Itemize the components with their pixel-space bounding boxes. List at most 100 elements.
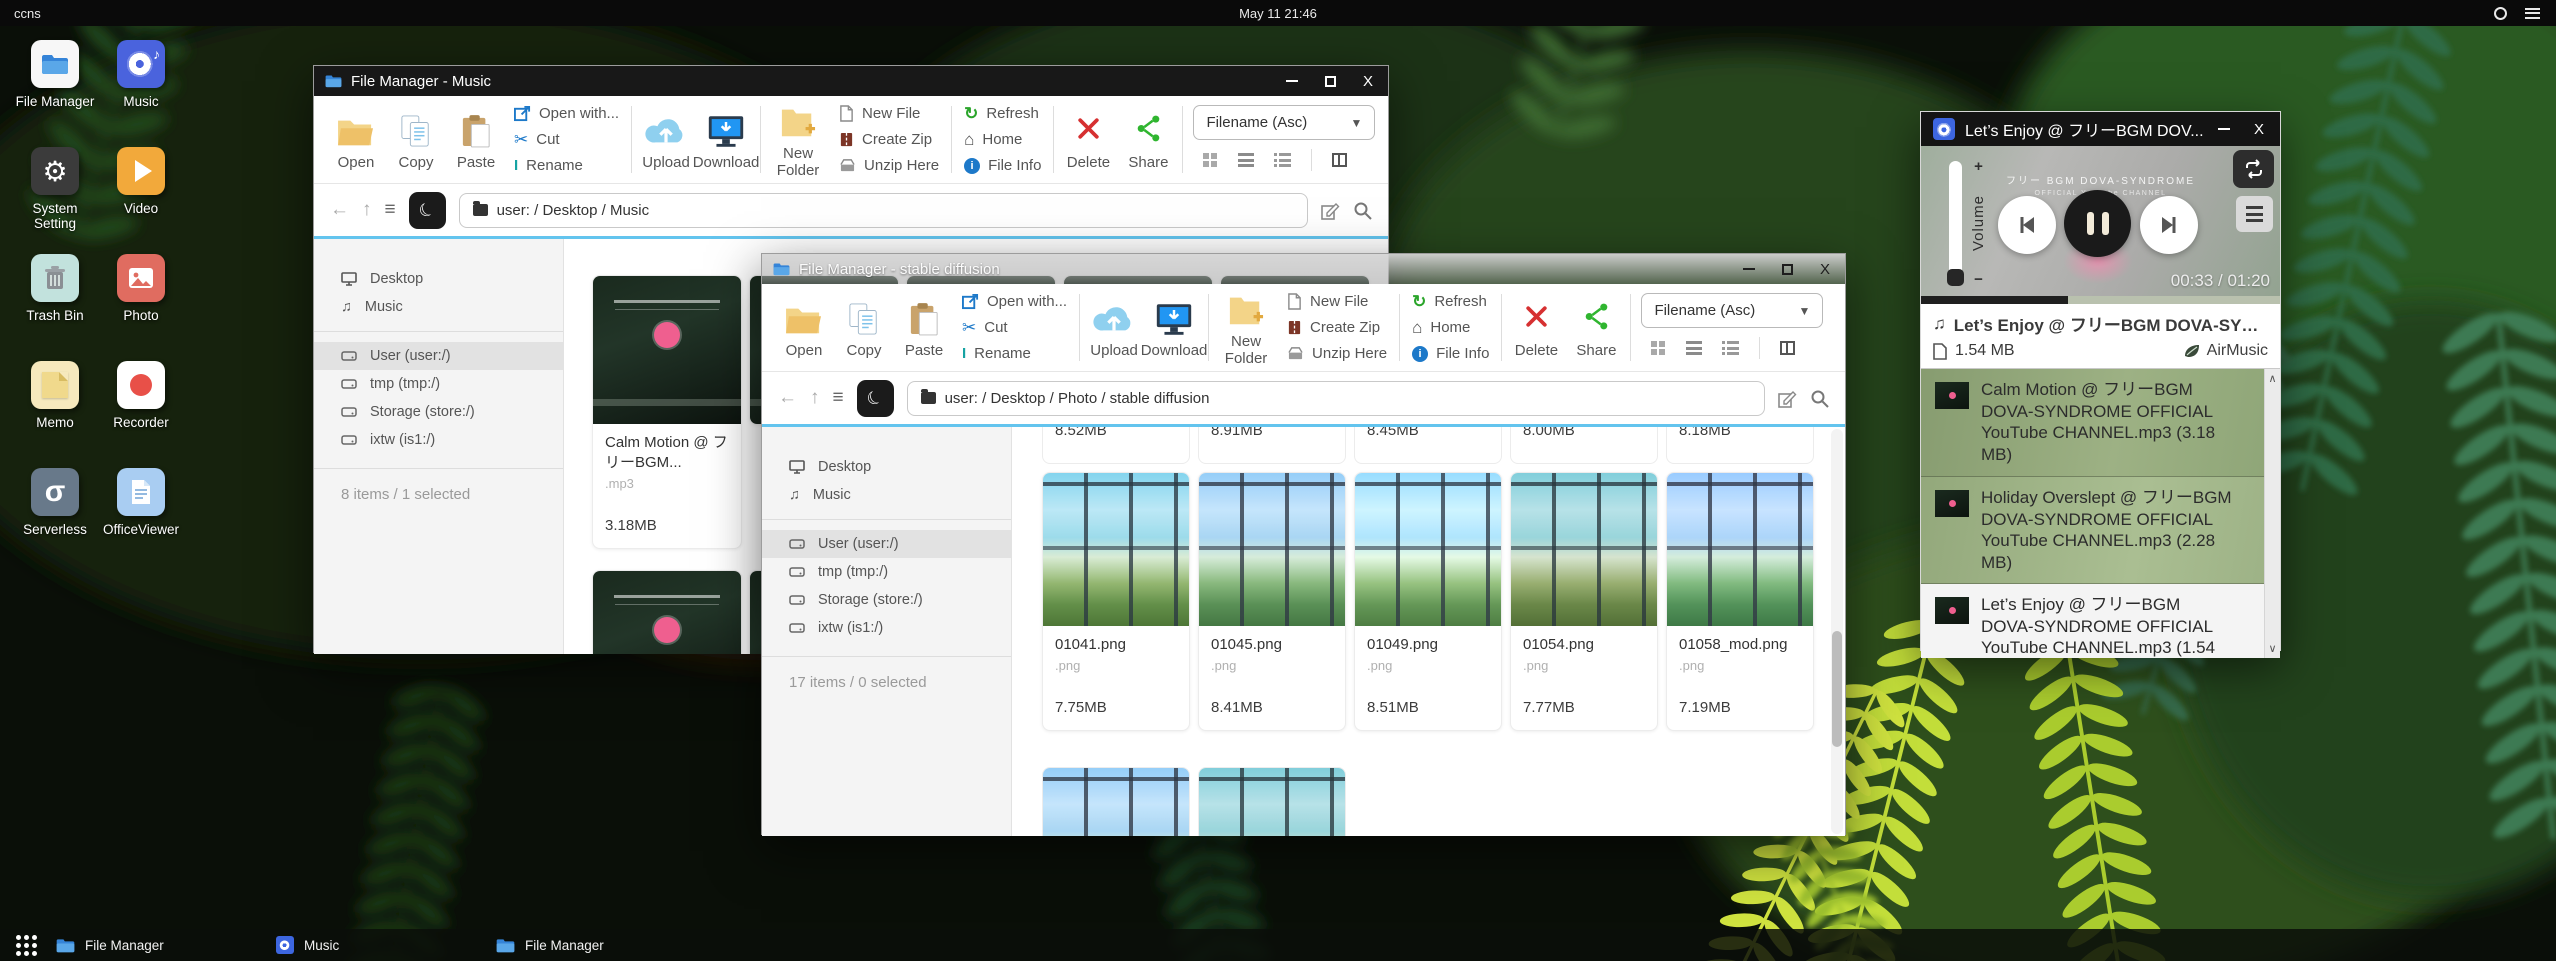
- path-menu-button[interactable]: ≡: [385, 199, 396, 221]
- unzip-here-button[interactable]: Unzip Here: [839, 154, 939, 177]
- desktop-icon-serverless[interactable]: σ Serverless: [12, 468, 98, 575]
- system-menu-icon[interactable]: [2525, 8, 2540, 19]
- paste-button[interactable]: Paste: [446, 96, 506, 183]
- file-card-partial[interactable]: 8.52MB: [1042, 427, 1190, 464]
- desktop-icon-trash-bin[interactable]: Trash Bin: [12, 254, 98, 361]
- file-info-button[interactable]: i File Info: [964, 154, 1041, 177]
- cut-button[interactable]: ✂ Cut: [962, 316, 1067, 339]
- file-card-partial[interactable]: 8.00MB: [1510, 427, 1658, 464]
- file-card-image[interactable]: 01045.png .png 8.41MB: [1198, 472, 1346, 731]
- dark-mode-toggle[interactable]: ☾: [409, 192, 446, 229]
- home-button[interactable]: ⌂ Home: [1412, 316, 1489, 339]
- file-card-image[interactable]: 01054.png .png 7.77MB: [1510, 472, 1658, 731]
- share-button[interactable]: Share: [1566, 284, 1626, 371]
- app-launcher-button[interactable]: [16, 935, 42, 956]
- back-button[interactable]: ←: [778, 387, 797, 409]
- desktop-icon-file-manager[interactable]: File Manager: [12, 40, 98, 147]
- unzip-here-button[interactable]: Unzip Here: [1287, 342, 1387, 365]
- close-button[interactable]: X: [2254, 122, 2264, 137]
- sidebar-item-tmp[interactable]: tmp (tmp:/): [762, 558, 1011, 586]
- sidebar-item-user[interactable]: User (user:/): [314, 342, 563, 370]
- paste-button[interactable]: Paste: [894, 284, 954, 371]
- edit-path-icon[interactable]: [1778, 389, 1797, 408]
- playlist-menu-button[interactable]: [2236, 196, 2273, 232]
- open-with-button[interactable]: Open with...: [962, 290, 1067, 313]
- close-button[interactable]: X: [1363, 74, 1373, 89]
- desktop-icon-photo[interactable]: Photo: [98, 254, 184, 361]
- playlist-item-current[interactable]: Let’s Enjoy @ フリーBGM DOVA-SYNDROME OFFIC…: [1921, 584, 2280, 658]
- close-button[interactable]: X: [1820, 262, 1830, 277]
- minimize-button[interactable]: [2218, 128, 2230, 130]
- sidebar-item-storage[interactable]: Storage (store:/): [762, 586, 1011, 614]
- path-menu-button[interactable]: ≡: [833, 387, 844, 409]
- next-track-button[interactable]: [2140, 196, 2198, 254]
- title-bar[interactable]: File Manager - Music X: [314, 66, 1388, 96]
- search-icon[interactable]: [1353, 201, 1372, 220]
- file-card-partial[interactable]: 8.18MB: [1666, 427, 1814, 464]
- playlist-item[interactable]: Calm Motion @ フリーBGM DOVA-SYNDROME OFFIC…: [1921, 369, 2280, 477]
- progress-bar[interactable]: [1921, 296, 2280, 304]
- desktop-icon-system-setting[interactable]: ⚙ System Setting: [12, 147, 98, 254]
- create-zip-button[interactable]: Create Zip: [839, 128, 939, 151]
- upload-button[interactable]: Upload: [1084, 284, 1144, 371]
- taskbar-item-music[interactable]: Music: [276, 936, 482, 954]
- download-button[interactable]: Download: [1144, 284, 1204, 371]
- sidebar-item-user[interactable]: User (user:/): [762, 530, 1011, 558]
- status-ring-icon[interactable]: [2494, 7, 2507, 20]
- minimize-button[interactable]: [1286, 80, 1298, 82]
- new-folder-button[interactable]: New Folder: [1213, 284, 1279, 371]
- sidebar-item-desktop[interactable]: Desktop: [762, 453, 1011, 481]
- view-column-button[interactable]: [1332, 153, 1347, 167]
- pause-button[interactable]: [2064, 190, 2131, 257]
- playlist-scrollbar[interactable]: ∧ ∨: [2264, 369, 2280, 658]
- upload-button[interactable]: Upload: [636, 96, 696, 183]
- minimize-button[interactable]: [1743, 268, 1755, 270]
- file-card-image[interactable]: 01058_mod.png .png 7.19MB: [1666, 472, 1814, 731]
- file-card-image[interactable]: 01041.png .png 7.75MB: [1042, 472, 1190, 731]
- up-button[interactable]: ↑: [362, 199, 372, 221]
- file-card-partial[interactable]: 8.91MB: [1198, 427, 1346, 464]
- sidebar-item-music[interactable]: ♫ Music: [762, 481, 1011, 509]
- desktop-icon-memo[interactable]: Memo: [12, 361, 98, 468]
- copy-button[interactable]: Copy: [386, 96, 446, 183]
- file-card-partial[interactable]: 8.45MB: [1354, 427, 1502, 464]
- up-button[interactable]: ↑: [810, 387, 820, 409]
- cut-button[interactable]: ✂ Cut: [514, 128, 619, 151]
- copy-button[interactable]: Copy: [834, 284, 894, 371]
- content-scrollbar[interactable]: [1831, 429, 1843, 834]
- sidebar-item-ixtw[interactable]: ixtw (is1:/): [762, 614, 1011, 642]
- scrollbar-thumb[interactable]: [1832, 631, 1842, 747]
- desktop-icon-music[interactable]: Music: [98, 40, 184, 147]
- repeat-button[interactable]: [2233, 150, 2274, 188]
- sidebar-item-desktop[interactable]: Desktop: [314, 265, 563, 293]
- edit-path-icon[interactable]: [1321, 201, 1340, 220]
- file-card-mp3[interactable]: Calm Motion @ フリーBGM... .mp3 3.18MB: [592, 275, 742, 549]
- rename-button[interactable]: I Rename: [962, 342, 1067, 365]
- title-bar[interactable]: File Manager - stable diffusion X: [762, 254, 1845, 284]
- breadcrumb[interactable]: user: / Desktop / Photo / stable diffusi…: [907, 381, 1765, 416]
- new-file-button[interactable]: New File: [1287, 290, 1387, 313]
- refresh-button[interactable]: ↻ Refresh: [964, 102, 1041, 125]
- delete-button[interactable]: Delete: [1506, 284, 1566, 371]
- scroll-down-icon[interactable]: ∨: [2268, 642, 2276, 655]
- volume-slider[interactable]: [1949, 161, 1962, 284]
- new-folder-button[interactable]: New Folder: [765, 96, 831, 183]
- open-button[interactable]: Open: [326, 96, 386, 183]
- view-detail-list-button[interactable]: [1274, 153, 1291, 167]
- scroll-up-icon[interactable]: ∧: [2268, 372, 2276, 385]
- open-button[interactable]: Open: [774, 284, 834, 371]
- view-list-button[interactable]: [1238, 153, 1254, 167]
- file-info-button[interactable]: i File Info: [1412, 342, 1489, 365]
- taskbar-item-file-manager-2[interactable]: File Manager: [496, 938, 702, 953]
- file-card-image[interactable]: [1042, 767, 1190, 836]
- volume-slider-thumb[interactable]: [1947, 269, 1964, 286]
- view-grid-button[interactable]: [1651, 341, 1666, 356]
- file-card-image[interactable]: [1198, 767, 1346, 836]
- delete-button[interactable]: Delete: [1058, 96, 1118, 183]
- sidebar-item-music[interactable]: ♫ Music: [314, 293, 563, 321]
- view-grid-button[interactable]: [1203, 153, 1218, 168]
- sidebar-item-storage[interactable]: Storage (store:/): [314, 398, 563, 426]
- view-detail-list-button[interactable]: [1722, 341, 1739, 355]
- file-card-image[interactable]: 01049.png .png 8.51MB: [1354, 472, 1502, 731]
- desktop-icon-officeviewer[interactable]: OfficeViewer: [98, 468, 184, 575]
